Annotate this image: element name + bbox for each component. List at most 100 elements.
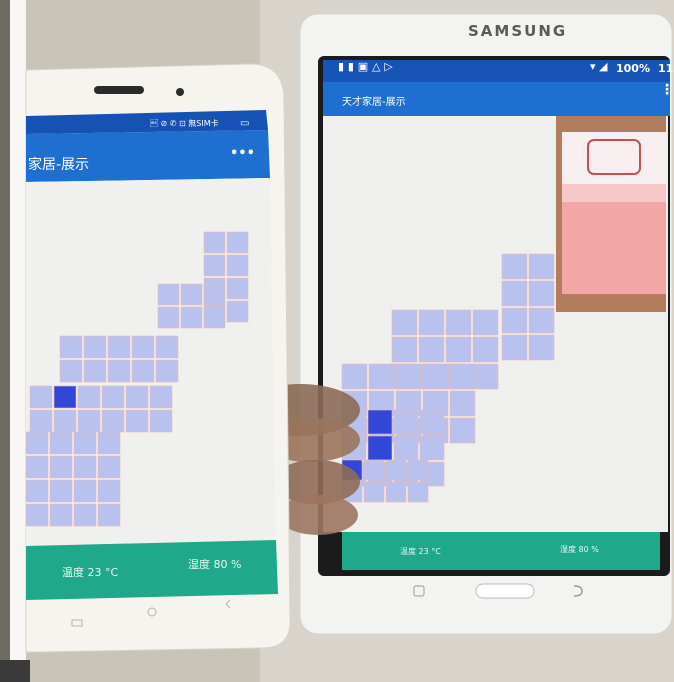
floor-tile (125, 409, 149, 433)
phone-camera (176, 88, 184, 96)
floor-tile (226, 300, 249, 323)
floor-tile (157, 306, 180, 329)
floor-tile (363, 481, 385, 503)
floor-tile (155, 335, 179, 359)
floor-tile (385, 459, 407, 481)
floor-tile (445, 336, 472, 363)
floor-tile (49, 479, 73, 503)
floor-tile (203, 283, 226, 306)
phone-overflow-menu-icon[interactable]: ••• (230, 146, 255, 161)
floor-tile (49, 455, 73, 479)
tablet-home-button[interactable] (475, 583, 535, 599)
floor-tile (131, 335, 155, 359)
floor-tile (472, 363, 499, 390)
floor-tile (59, 359, 83, 383)
floor-tile (83, 335, 107, 359)
floor-tile (107, 359, 131, 383)
floor-tile (73, 431, 97, 455)
floor-tile (528, 334, 555, 361)
left-edge-highlight (10, 0, 26, 682)
phone-earpiece (94, 86, 144, 94)
finger (278, 495, 358, 535)
tablet-overflow-menu-icon[interactable]: ⋮ (660, 82, 674, 98)
floor-tile (449, 363, 476, 390)
floor-tile (83, 359, 107, 383)
floor-tile (25, 503, 49, 527)
floor-tile (449, 417, 476, 444)
tablet-humidity: 湿度 80 % (560, 545, 599, 554)
floor-tile (395, 363, 422, 390)
tablet-clock: 11 (658, 62, 674, 75)
floor-tile (73, 479, 97, 503)
tablet-signal-icon: ▾ ◢ (590, 60, 608, 73)
floor-tile (73, 503, 97, 527)
floor-tile (29, 409, 53, 433)
floor-tile (77, 409, 101, 433)
floor-tile (226, 231, 249, 254)
floor-tile (391, 309, 418, 336)
floor-tile (180, 306, 203, 329)
floor-tile (472, 309, 499, 336)
tablet-app-title: 天才家居-展示 (342, 97, 406, 108)
floor-tile (501, 253, 528, 280)
floor-tile (97, 479, 121, 503)
floor-tile (226, 254, 249, 277)
floor-tile (29, 385, 53, 409)
tablet-battery-text: 100% (616, 62, 650, 75)
phone-app-title: 家居-展示 (28, 157, 90, 173)
floor-tile (25, 479, 49, 503)
corner-shadow (0, 660, 30, 682)
floor-tile (77, 385, 101, 409)
floor-tile (125, 385, 149, 409)
floor-tile (472, 336, 499, 363)
floor-tile-active (53, 385, 77, 409)
phone-battery-icon: ▭ (240, 118, 250, 129)
bed-blanket (562, 202, 666, 294)
floor-tile (393, 435, 419, 461)
floor-tile-active (367, 435, 393, 461)
floor-tile (180, 283, 203, 306)
floor-tile (157, 283, 180, 306)
floor-tile (418, 336, 445, 363)
bed-sheet-top (562, 184, 666, 202)
floor-tile (155, 359, 179, 383)
floor-tile (107, 335, 131, 359)
floor-tile (385, 481, 407, 503)
floor-tile (97, 431, 121, 455)
floor-tile (419, 435, 445, 461)
floor-tile (391, 336, 418, 363)
floor-tile-active (367, 409, 393, 435)
tablet-brand-label: SAMSUNG (468, 22, 568, 40)
floor-tile (528, 280, 555, 307)
floor-tile (445, 309, 472, 336)
floor-tile (25, 455, 49, 479)
floor-tile (528, 307, 555, 334)
floor-tile (363, 459, 385, 481)
floor-tile (203, 231, 226, 254)
floor-tile (25, 431, 49, 455)
floor-tile (419, 409, 445, 435)
floor-tile (149, 385, 173, 409)
floor-tile (407, 459, 429, 481)
tablet-status-icons: ▮ ▮ ▣ △ ▷ (338, 60, 393, 73)
floor-tile (203, 306, 226, 329)
floor-tile (53, 409, 77, 433)
floor-tile (101, 385, 125, 409)
floor-tile (528, 253, 555, 280)
floor-tile (341, 363, 368, 390)
floor-tile (59, 335, 83, 359)
phone-status-icons:  ⊘ ✆ ⊡ 無SIM卡 (150, 119, 219, 128)
floor-tile (501, 334, 528, 361)
tablet-temperature: 温度 23 °C (400, 547, 441, 556)
floor-tile (49, 431, 73, 455)
phone-temperature: 温度 23 °C (62, 566, 119, 579)
floor-tile (97, 503, 121, 527)
floor-tile (149, 409, 173, 433)
floor-tile (101, 409, 125, 433)
floor-tile (73, 455, 97, 479)
tablet-footer (342, 532, 660, 570)
floor-tile (393, 409, 419, 435)
floor-tile (368, 363, 395, 390)
floor-tile (97, 455, 121, 479)
floor-tile (501, 307, 528, 334)
